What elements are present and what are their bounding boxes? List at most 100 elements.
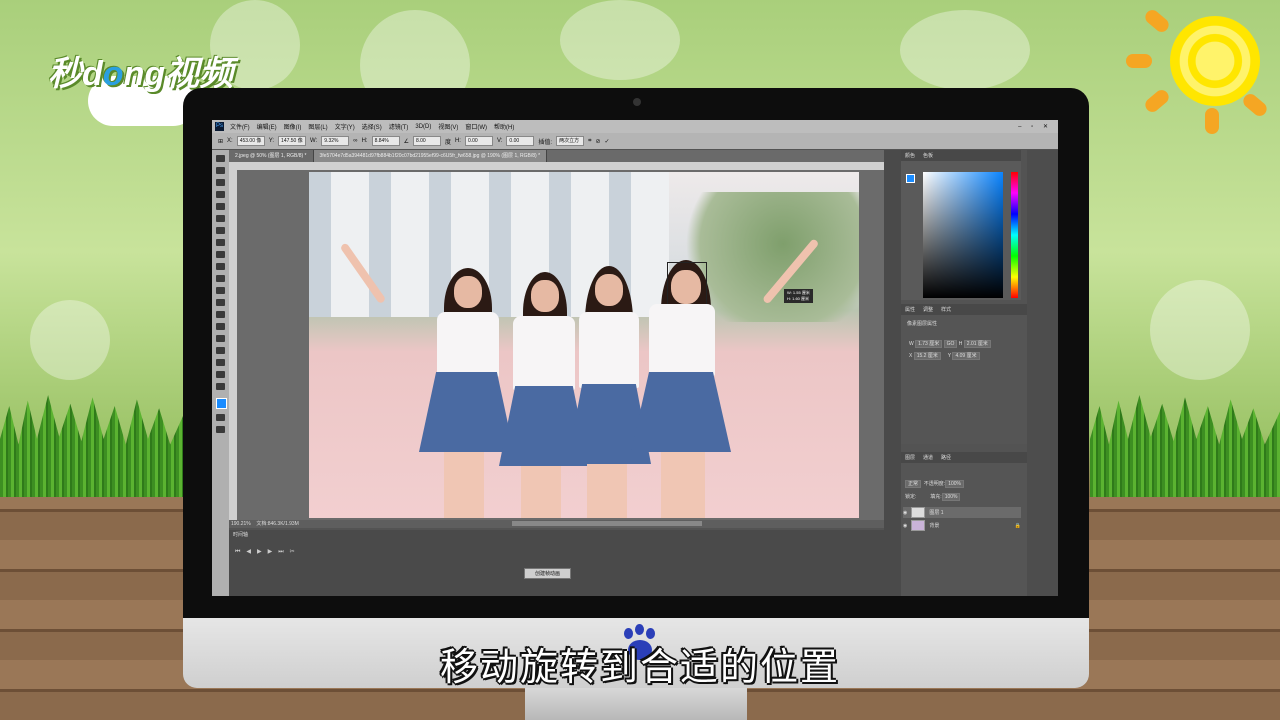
menu-file[interactable]: 文件(F) xyxy=(230,122,250,131)
photo-shirt xyxy=(579,312,639,388)
x-field[interactable]: 453.00 像 xyxy=(236,136,265,146)
menu-layer[interactable]: 图层(L) xyxy=(308,122,327,131)
panel-icon-strip xyxy=(884,150,901,596)
hue-slider[interactable] xyxy=(1011,172,1018,298)
layer-thumbnail xyxy=(911,520,926,531)
window-controls[interactable]: – ▫ ✕ xyxy=(1018,123,1052,130)
type-tool-icon[interactable] xyxy=(216,335,225,342)
y-field[interactable]: 147.50 像 xyxy=(278,136,307,146)
vskew-field[interactable]: 0.00 xyxy=(506,136,535,146)
commit-icon[interactable]: ✓ xyxy=(605,138,610,145)
tab-doc-2[interactable]: 3fe5704e7d5a394481d97fb884b1f20c07bd2195… xyxy=(313,150,548,162)
healing-brush-icon[interactable] xyxy=(216,227,225,234)
sun-icon xyxy=(1170,16,1260,106)
layer-name: 背景 xyxy=(929,523,940,529)
tools-panel xyxy=(212,150,229,596)
x-label: X: xyxy=(227,138,233,144)
menu-select[interactable]: 选择(S) xyxy=(362,122,382,131)
fill-field[interactable]: 100% xyxy=(941,493,961,501)
gradient-icon[interactable] xyxy=(216,287,225,294)
menu-edit[interactable]: 编辑(E) xyxy=(257,122,277,131)
tab-adjustments[interactable]: 调整 xyxy=(923,306,933,313)
hand-tool-icon[interactable] xyxy=(216,371,225,378)
pen-tool-icon[interactable] xyxy=(216,323,225,330)
menu-type[interactable]: 文字(Y) xyxy=(335,122,355,131)
tab-color[interactable]: 颜色 xyxy=(905,152,915,159)
menu-help[interactable]: 帮助(H) xyxy=(494,122,514,131)
sun-ray xyxy=(1205,108,1219,134)
move-tool-icon[interactable] xyxy=(216,155,225,162)
crop-tool-icon[interactable] xyxy=(216,203,225,210)
photoshop-window: Ps 文件(F) 编辑(E) 图像(I) 图层(L) 文字(Y) 选择(S) 滤… xyxy=(212,120,1058,596)
menu-window[interactable]: 窗口(W) xyxy=(465,122,487,131)
eye-icon[interactable]: ◉ xyxy=(903,523,907,529)
tab-doc-1[interactable]: 2.jpeg @ 50% (图层 1, RGB/8) * xyxy=(229,150,314,162)
transform-bounding-box[interactable] xyxy=(667,262,707,308)
path-select-icon[interactable] xyxy=(216,347,225,354)
tab-properties[interactable]: 属性 xyxy=(905,306,915,313)
foreground-swatch[interactable] xyxy=(906,174,915,183)
eyedropper-icon[interactable] xyxy=(216,215,225,222)
dodge-tool-icon[interactable] xyxy=(216,311,225,318)
quick-mask-icon[interactable] xyxy=(216,414,225,421)
opacity-field[interactable]: 100% xyxy=(945,480,964,488)
bokeh xyxy=(1150,280,1250,380)
eye-icon[interactable]: ◉ xyxy=(903,510,907,516)
tab-layers[interactable]: 图层 xyxy=(905,454,915,461)
blur-tool-icon[interactable] xyxy=(216,299,225,306)
canvas-area[interactable]: W: 1.55 厘米 H: 1.60 厘米 xyxy=(237,170,897,520)
history-brush-icon[interactable] xyxy=(216,263,225,270)
color-panel: 颜色 色板 xyxy=(901,150,1021,300)
layers-panel: 图层 通道 路径 正常 不透明度: 100% 锁定: 填充: 100% ◉ 图层 1 ◉ 背… xyxy=(901,452,1027,596)
menu-view[interactable]: 视图(V) xyxy=(438,122,458,131)
prop-link-button[interactable]: GO xyxy=(943,340,958,348)
tab-styles[interactable]: 样式 xyxy=(941,306,951,313)
reference-point-icon[interactable]: ⊞ xyxy=(218,138,223,145)
photo-canvas[interactable]: W: 1.55 厘米 H: 1.60 厘米 xyxy=(309,172,859,518)
hskew-field[interactable]: 0.00 xyxy=(464,136,493,146)
width-field[interactable]: 9.32% xyxy=(321,136,350,146)
tab-swatches[interactable]: 色板 xyxy=(923,152,933,159)
color-field[interactable] xyxy=(923,172,1003,298)
brush-tool-icon[interactable] xyxy=(216,239,225,246)
bokeh xyxy=(30,300,110,380)
eraser-icon[interactable] xyxy=(216,275,225,282)
prop-y-field[interactable]: 4.09 厘米 xyxy=(952,352,980,360)
menu-image[interactable]: 图像(I) xyxy=(284,122,302,131)
vskew-label: V: xyxy=(496,138,503,144)
prop-width-field[interactable]: 1.73 厘米 xyxy=(915,340,943,348)
prop-height-field[interactable]: 2.01 厘米 xyxy=(963,340,991,348)
angle-field[interactable]: 8.00 xyxy=(412,136,441,146)
interpolation-select[interactable]: 两次立方 xyxy=(556,136,585,146)
angle-unit: 度 xyxy=(444,139,451,146)
tab-channels[interactable]: 通道 xyxy=(923,454,933,461)
h-label: H: xyxy=(361,138,368,144)
timeline-controls[interactable]: ⏮◀▶▶⏭✂ xyxy=(235,548,301,556)
menu-bar: Ps 文件(F) 编辑(E) 图像(I) 图层(L) 文字(Y) 选择(S) 滤… xyxy=(212,120,1058,133)
marquee-tool-icon[interactable] xyxy=(216,167,225,174)
warp-icon[interactable]: ⌗ xyxy=(588,138,591,145)
menu-3d[interactable]: 3D(D) xyxy=(415,124,431,130)
prop-x-field[interactable]: 15.2 厘米 xyxy=(913,352,941,360)
blend-mode-select[interactable]: 正常 xyxy=(905,480,922,488)
shape-tool-icon[interactable] xyxy=(216,359,225,366)
screen-mode-icon[interactable] xyxy=(216,426,225,433)
photo-skirt xyxy=(419,372,514,452)
lasso-tool-icon[interactable] xyxy=(216,179,225,186)
zoom-tool-icon[interactable] xyxy=(216,383,225,390)
timeline-title: 时间轴 xyxy=(233,532,249,538)
horizontal-scrollbar[interactable] xyxy=(512,521,702,526)
foreground-color-swatch[interactable] xyxy=(216,398,227,409)
link-icon[interactable]: ∞ xyxy=(353,138,357,144)
photo-legs xyxy=(444,452,484,518)
tab-paths[interactable]: 路径 xyxy=(941,454,951,461)
cancel-icon[interactable]: ⊘ xyxy=(595,138,600,145)
stamp-tool-icon[interactable] xyxy=(216,251,225,258)
layer-row[interactable]: ◉ 图层 1 xyxy=(903,507,1021,518)
menu-filter[interactable]: 滤镜(T) xyxy=(389,122,409,131)
create-frame-animation-button[interactable]: 创建帧动画 xyxy=(524,568,572,579)
photo-face xyxy=(595,274,623,306)
layer-row[interactable]: ◉ 背景 🔒 xyxy=(903,520,1021,531)
magic-wand-icon[interactable] xyxy=(216,191,225,198)
height-field[interactable]: 8.84% xyxy=(371,136,400,146)
